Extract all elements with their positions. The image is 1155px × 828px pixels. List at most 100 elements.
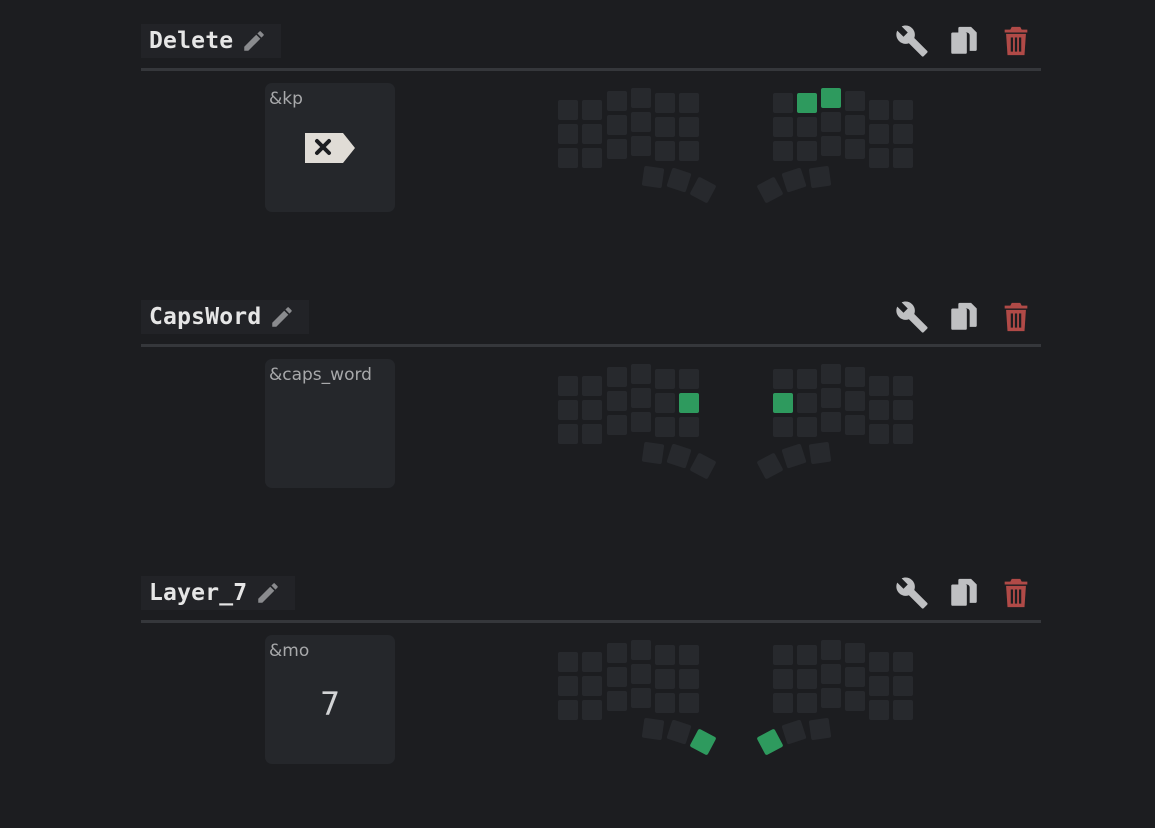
key-position[interactable] [655,117,675,137]
combo-name[interactable]: Delete [149,28,233,54]
key-position[interactable] [821,688,841,708]
key-position[interactable] [781,443,807,469]
binding-card[interactable]: &kp [265,83,395,212]
key-position[interactable] [558,376,578,396]
key-position[interactable] [679,369,699,389]
key-position-selected[interactable] [821,88,841,108]
key-position[interactable] [797,117,817,137]
key-position[interactable] [641,165,665,189]
wrench-icon[interactable] [895,300,929,334]
key-position[interactable] [781,167,807,193]
key-position[interactable] [607,643,627,663]
key-position[interactable] [821,112,841,132]
combo-name-field[interactable]: Layer_7 [141,576,296,610]
key-position[interactable] [689,452,717,480]
key-position[interactable] [631,664,651,684]
key-position[interactable] [893,652,913,672]
key-position[interactable] [679,117,699,137]
key-position[interactable] [797,645,817,665]
key-position[interactable] [679,645,699,665]
key-position[interactable] [845,415,865,435]
key-position[interactable] [679,669,699,689]
key-position[interactable] [797,393,817,413]
key-position-selected[interactable] [773,393,793,413]
copy-icon[interactable] [947,24,981,58]
key-position[interactable] [558,652,578,672]
key-position[interactable] [808,165,832,189]
key-position[interactable] [845,691,865,711]
key-position[interactable] [607,415,627,435]
key-position[interactable] [607,367,627,387]
combo-key-positions[interactable] [555,640,920,760]
key-position[interactable] [821,388,841,408]
binding-card[interactable]: &mo 7 [265,635,395,764]
key-position[interactable] [582,124,602,144]
key-position[interactable] [655,141,675,161]
key-position[interactable] [869,700,889,720]
key-position[interactable] [582,424,602,444]
key-position[interactable] [679,417,699,437]
combo-name[interactable]: Layer_7 [149,580,247,606]
key-position[interactable] [869,676,889,696]
key-position[interactable] [655,645,675,665]
key-position[interactable] [679,93,699,113]
key-position[interactable] [869,400,889,420]
key-position[interactable] [582,400,602,420]
key-position[interactable] [631,364,651,384]
key-position[interactable] [845,643,865,663]
combo-key-positions[interactable] [555,364,920,484]
key-position[interactable] [756,176,784,204]
key-position[interactable] [845,91,865,111]
key-position[interactable] [773,141,793,161]
key-position[interactable] [558,400,578,420]
key-position[interactable] [689,176,717,204]
combo-name[interactable]: CapsWord [149,304,261,330]
key-position[interactable] [756,452,784,480]
key-position[interactable] [679,141,699,161]
key-position[interactable] [582,652,602,672]
binding-card[interactable]: &caps_word [265,359,395,488]
key-position[interactable] [773,417,793,437]
key-position[interactable] [797,369,817,389]
key-position[interactable] [869,124,889,144]
key-position[interactable] [845,391,865,411]
wrench-icon[interactable] [895,576,929,610]
key-position[interactable] [773,693,793,713]
key-position[interactable] [893,100,913,120]
key-position[interactable] [655,669,675,689]
key-position[interactable] [845,139,865,159]
key-position[interactable] [773,645,793,665]
key-position[interactable] [631,136,651,156]
key-position[interactable] [893,400,913,420]
key-position[interactable] [641,441,665,465]
key-position[interactable] [679,693,699,713]
key-position[interactable] [808,717,832,741]
pencil-icon[interactable] [255,580,281,606]
key-position[interactable] [631,388,651,408]
key-position[interactable] [773,117,793,137]
key-position[interactable] [558,424,578,444]
key-position[interactable] [821,664,841,684]
key-position[interactable] [797,141,817,161]
key-position[interactable] [655,93,675,113]
key-position[interactable] [666,443,692,469]
key-position[interactable] [582,148,602,168]
key-position[interactable] [666,719,692,745]
wrench-icon[interactable] [895,24,929,58]
key-position[interactable] [845,367,865,387]
key-position[interactable] [558,148,578,168]
key-position[interactable] [869,424,889,444]
key-position[interactable] [797,669,817,689]
key-position[interactable] [821,364,841,384]
key-position[interactable] [845,667,865,687]
key-position[interactable] [808,441,832,465]
key-position-selected[interactable] [797,93,817,113]
key-position[interactable] [869,148,889,168]
key-position[interactable] [631,688,651,708]
trash-icon[interactable] [999,24,1033,58]
trash-icon[interactable] [999,576,1033,610]
key-position[interactable] [558,676,578,696]
pencil-icon[interactable] [241,28,267,54]
key-position[interactable] [773,669,793,689]
key-position[interactable] [893,124,913,144]
